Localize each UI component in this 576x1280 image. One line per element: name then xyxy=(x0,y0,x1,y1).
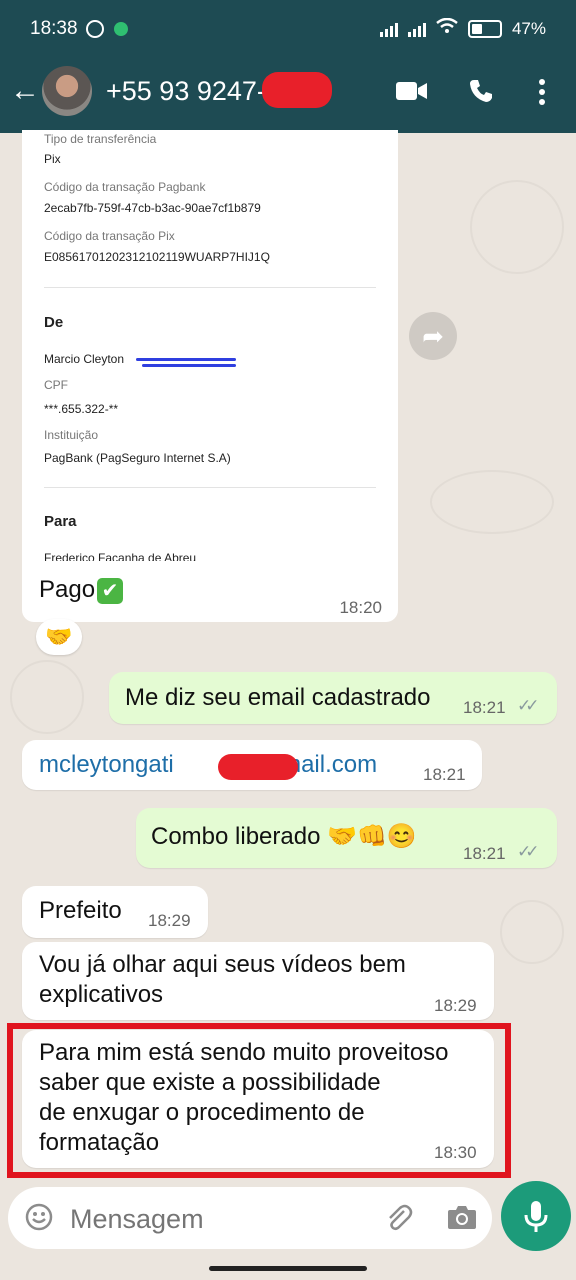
message-input[interactable] xyxy=(68,1199,372,1239)
message-text: Combo liberado 🤝👊😊 xyxy=(151,823,417,850)
camera-icon[interactable] xyxy=(446,1203,478,1236)
alarm-icon xyxy=(86,20,104,38)
message-time: 18:21 xyxy=(463,698,506,717)
message-time: 18:20 xyxy=(339,598,382,617)
redaction-scribble xyxy=(136,358,236,361)
signal-icon-2 xyxy=(407,21,426,37)
gesture-bar[interactable] xyxy=(209,1266,367,1271)
double-check-icon: ✓✓ xyxy=(517,696,539,715)
mic-icon xyxy=(524,1201,548,1232)
message-time: 18:21 xyxy=(463,844,506,863)
message-time: 18:29 xyxy=(434,996,477,1015)
message-composer[interactable] xyxy=(8,1187,492,1249)
email-link[interactable]: mcleytongati gmail.com xyxy=(39,750,377,780)
message-text: Vou já olhar aqui seus vídeos bem explic… xyxy=(39,951,406,1008)
from-name: Marcio Cleyton xyxy=(44,352,125,366)
redaction-mark xyxy=(262,72,332,108)
divider xyxy=(44,287,376,288)
double-check-icon: ✓✓ xyxy=(517,842,539,861)
app-header: 18:38 47% ← +55 93 9247-8 xyxy=(0,0,576,133)
signal-icon xyxy=(379,21,398,37)
message-bubble-incoming[interactable]: mcleytongati gmail.com 18:21 xyxy=(22,740,482,790)
message-bubble-incoming[interactable]: Vou já olhar aqui seus vídeos bem explic… xyxy=(22,942,494,1020)
battery-icon xyxy=(467,19,502,38)
divider xyxy=(44,487,376,488)
mic-button[interactable] xyxy=(501,1181,571,1251)
pix-code-value: E08561701202312102119WUARP7HIJ1Q xyxy=(44,250,270,264)
pagbank-code-value: 2ecab7fb-759f-47cb-b3ac-90ae7cf1b879 xyxy=(44,201,261,215)
message-time: 18:29 xyxy=(148,911,191,930)
more-options-icon[interactable] xyxy=(538,78,546,111)
reaction-handshake-icon[interactable]: 🤝 xyxy=(36,619,82,655)
message-bubble-incoming[interactable]: Prefeito 18:29 xyxy=(22,886,208,938)
check-mark-icon: ✔ xyxy=(97,577,124,604)
to-heading: Para xyxy=(44,513,77,530)
from-heading: De xyxy=(44,314,64,331)
status-time: 18:38 xyxy=(30,18,78,39)
highlight-box xyxy=(7,1023,511,1178)
message-bubble-outgoing[interactable]: Me diz seu email cadastrado 18:21 ✓✓ xyxy=(109,672,557,724)
transfer-type-label: Tipo de transferência xyxy=(44,132,157,146)
transfer-type-value: Pix xyxy=(44,152,61,166)
voice-call-icon[interactable] xyxy=(468,78,494,109)
chat-header: ← +55 93 9247-8 xyxy=(0,62,576,124)
message-bubble-outgoing[interactable]: Combo liberado 🤝👊😊 18:21 ✓✓ xyxy=(136,808,557,868)
redaction-scribble xyxy=(142,364,236,367)
contact-avatar[interactable] xyxy=(42,66,92,116)
message-text: Me diz seu email cadastrado xyxy=(125,684,431,711)
pagbank-code-label: Código da transação Pagbank xyxy=(44,180,206,194)
emoji-icon[interactable] xyxy=(24,1202,54,1237)
institution-label: Instituição xyxy=(44,428,99,442)
forward-icon[interactable]: ➦ xyxy=(409,312,457,360)
wifi-icon xyxy=(436,17,458,39)
to-name: Frederico Facanha de Abreu xyxy=(44,551,197,561)
app-notification-icon xyxy=(114,22,128,36)
cpf-label: CPF xyxy=(44,378,68,392)
pix-code-label: Código da transação Pix xyxy=(44,229,175,243)
redaction-mark xyxy=(218,754,298,780)
contact-name[interactable]: +55 93 9247-8 xyxy=(106,76,281,107)
message-text: Prefeito xyxy=(39,897,122,924)
message-time: 18:21 xyxy=(423,765,466,784)
institution-value: PagBank (PagSeguro Internet S.A) xyxy=(44,451,231,465)
attach-icon[interactable] xyxy=(382,1201,414,1238)
video-call-icon[interactable] xyxy=(396,80,428,107)
cpf-value: ***.655.322-** xyxy=(44,402,119,416)
back-arrow-icon[interactable]: ← xyxy=(10,74,40,108)
status-indicators: 47% xyxy=(379,17,546,39)
receipt-caption: Pago ✔ xyxy=(39,576,124,604)
caption-text: Pago xyxy=(39,576,96,603)
battery-level: 47% xyxy=(511,18,546,38)
email-part: mcleytongati xyxy=(39,751,174,778)
receipt-image-message[interactable]: Tipo de transferência Pix Código da tran… xyxy=(22,130,398,622)
